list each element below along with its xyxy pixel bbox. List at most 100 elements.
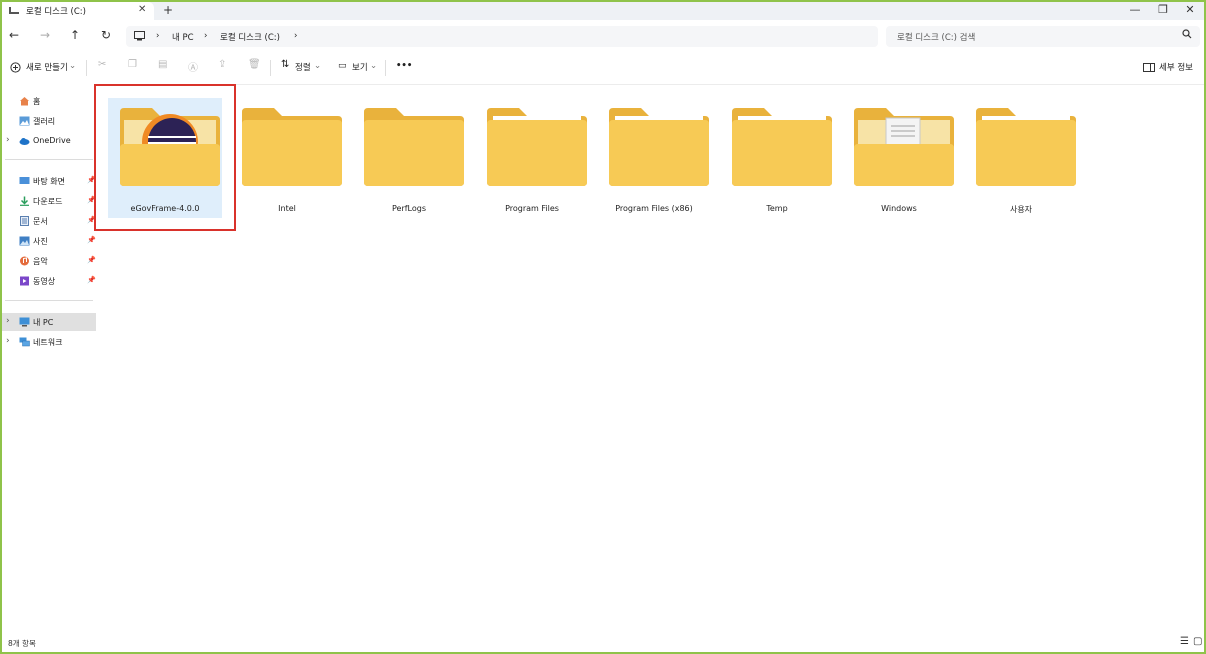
desktop-icon (19, 177, 30, 184)
delete-icon[interactable]: 🗑 (248, 59, 261, 70)
folder-item[interactable]: Temp (720, 98, 834, 218)
file-list: eGovFrame-4.0.0 Intel PerfLogs Program F… (98, 84, 1204, 644)
folder-item[interactable]: 사용자 (964, 98, 1078, 218)
share-icon[interactable]: ⇪ (218, 59, 226, 70)
gallery-icon (19, 116, 30, 126)
folder-item[interactable]: Windows (842, 98, 956, 218)
sidebar-item-label: 음악 (33, 257, 48, 266)
folder-icon (242, 108, 342, 186)
divider (86, 60, 87, 76)
details-button[interactable]: 세부 정보 (1159, 61, 1193, 73)
sidebar-item-label: 바탕 화면 (33, 177, 65, 186)
folder-name: Program Files (x86) (615, 204, 693, 213)
sidebar-item-music[interactable]: 음악 📌 (2, 252, 96, 270)
cut-icon[interactable]: ✂ (98, 59, 106, 70)
divider (385, 60, 386, 76)
details-pane-icon (1143, 63, 1155, 72)
address-bar: ← → ↑ ↻ › 내 PC › 로컬 디스크 (C:) › 로컬 디스크 (C… (2, 20, 1204, 52)
details-view-icon[interactable]: ☰ (1180, 636, 1189, 647)
new-icon (10, 62, 21, 73)
folder-name: 사용자 (1009, 205, 1033, 214)
download-icon (20, 196, 29, 206)
chevron-down-icon: ⌄ (69, 61, 77, 71)
pin-icon: 📌 (87, 236, 96, 244)
folder-name: Temp (766, 204, 788, 213)
breadcrumb[interactable]: › 내 PC › 로컬 디스크 (C:) › (126, 26, 878, 47)
sidebar-item-label: 다운로드 (33, 197, 63, 206)
sidebar-item-downloads[interactable]: 다운로드 📌 (2, 192, 96, 210)
folder-icon (732, 108, 832, 186)
folder-item[interactable]: Intel (230, 98, 344, 218)
pin-icon: 📌 (87, 256, 96, 264)
sidebar-item-pictures[interactable]: 사진 📌 (2, 232, 96, 250)
home-icon (20, 97, 29, 106)
folder-icon (976, 108, 1076, 186)
close-window-button[interactable]: ✕ (1180, 3, 1200, 16)
sidebar-item-label: 동영상 (33, 277, 56, 286)
document-icon (20, 216, 29, 226)
folder-icon (609, 108, 709, 186)
search-placeholder: 로컬 디스크 (C:) 검색 (897, 33, 976, 43)
cloud-icon (19, 138, 30, 145)
title-bar: 로컬 디스크 (C:) ✕ + — ❐ ✕ (2, 2, 1204, 20)
chevron-right-icon[interactable]: › (6, 336, 10, 346)
sidebar-item-label: 홈 (33, 97, 41, 106)
paste-icon[interactable]: ▤ (158, 59, 167, 70)
sidebar-item-label: 갤러리 (33, 117, 56, 126)
back-button[interactable]: ← (9, 28, 19, 42)
video-icon (20, 276, 29, 286)
sidebar-item-home[interactable]: 홈 (2, 92, 96, 110)
sort-icon: ⇅ (281, 59, 290, 70)
network-icon (19, 337, 30, 347)
rename-icon[interactable]: Ⓐ (188, 59, 198, 74)
chevron-right-icon[interactable]: › (6, 135, 10, 145)
sort-button[interactable]: 정렬 (295, 61, 311, 73)
divider (270, 60, 271, 76)
folder-item[interactable]: Program Files (x86) (597, 98, 711, 218)
breadcrumb-separator: › (156, 31, 160, 41)
tab-close-icon[interactable]: ✕ (138, 4, 146, 15)
navigation-pane: 홈 갤러리 › OneDrive 바탕 화면 📌 다운로드 📌 문서 📌 사진 … (2, 84, 98, 644)
sidebar-item-onedrive[interactable]: › OneDrive (2, 132, 96, 150)
maximize-button[interactable]: ❐ (1153, 3, 1173, 16)
file-explorer-window: 로컬 디스크 (C:) ✕ + — ❐ ✕ ← → ↑ ↻ › 내 PC › 로… (2, 2, 1204, 652)
monitor-icon (134, 31, 145, 41)
sidebar-item-network[interactable]: › 네트워크 (2, 333, 96, 351)
new-tab-button[interactable]: + (163, 3, 173, 17)
search-icon (1182, 29, 1192, 39)
folder-item[interactable]: Program Files (475, 98, 589, 218)
search-input[interactable]: 로컬 디스크 (C:) 검색 (886, 26, 1200, 47)
folder-name: Intel (278, 204, 296, 213)
divider (5, 159, 93, 160)
minimize-button[interactable]: — (1125, 3, 1145, 16)
sidebar-item-videos[interactable]: 동영상 📌 (2, 272, 96, 290)
view-button[interactable]: 보기 (352, 61, 368, 73)
chevron-right-icon[interactable]: › (6, 316, 10, 326)
folder-with-document-icon (854, 108, 954, 186)
tiles-view-icon[interactable]: ▢ (1193, 636, 1202, 647)
drive-icon (9, 7, 19, 14)
item-count: 8개 항목 (8, 639, 36, 648)
folder-name: Windows (881, 204, 917, 213)
breadcrumb-drive[interactable]: 로컬 디스크 (C:) (220, 31, 280, 43)
pc-icon (19, 317, 30, 327)
sidebar-item-desktop[interactable]: 바탕 화면 📌 (2, 172, 96, 190)
tab-local-disk[interactable]: 로컬 디스크 (C:) ✕ (2, 2, 154, 20)
divider (5, 300, 93, 301)
up-button[interactable]: ↑ (70, 28, 80, 42)
sidebar-item-label: 내 PC (33, 318, 54, 327)
refresh-button[interactable]: ↻ (101, 28, 111, 42)
copy-icon[interactable]: ❐ (128, 59, 137, 70)
sidebar-item-documents[interactable]: 문서 📌 (2, 212, 96, 230)
breadcrumb-pc[interactable]: 내 PC (172, 31, 194, 43)
pictures-icon (19, 236, 30, 246)
new-button[interactable]: 새로 만들기 (26, 61, 68, 73)
sidebar-item-gallery[interactable]: 갤러리 (2, 112, 96, 130)
sidebar-item-label: 사진 (33, 237, 48, 246)
music-icon (20, 256, 29, 266)
more-options-icon[interactable]: ••• (396, 61, 412, 71)
breadcrumb-separator: › (294, 31, 298, 41)
sidebar-item-this-pc[interactable]: › 내 PC (2, 313, 96, 331)
folder-item[interactable]: PerfLogs (352, 98, 466, 218)
forward-button[interactable]: → (40, 28, 50, 42)
